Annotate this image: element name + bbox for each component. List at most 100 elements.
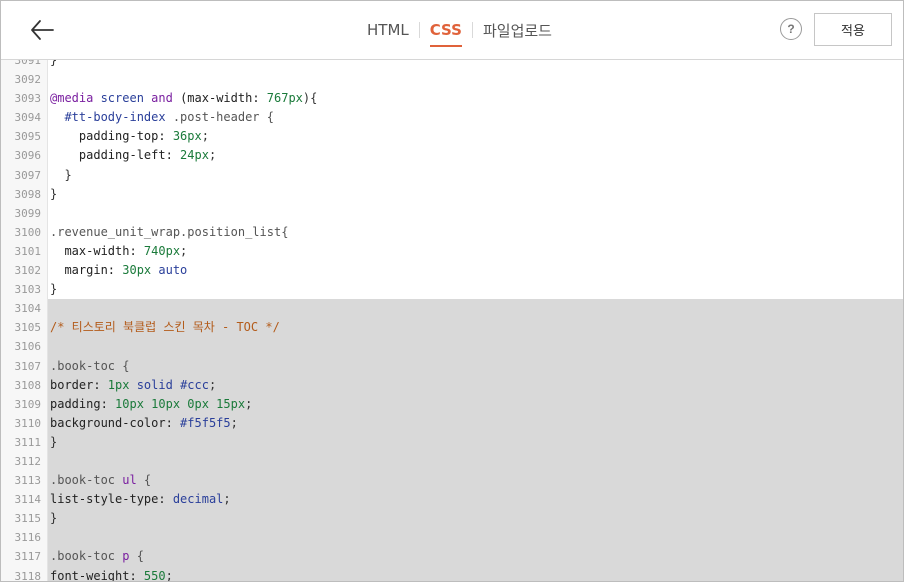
code-line[interactable]: 3104 [1,299,903,319]
code-line[interactable]: 3106 [1,337,903,357]
code-token: decimal [172,492,224,507]
code-token: list-style-type: [50,492,173,507]
code-line[interactable]: 3094 #tt-body-index .post-header { [1,108,903,128]
code-text: } [50,433,57,452]
code-token: .post-header { [165,110,274,125]
code-token: } [50,186,58,201]
code-text: .book-toc p { [50,547,144,566]
code-line[interactable]: 3115} [1,509,903,529]
line-number: 3109 [1,394,48,414]
code-token: ; [180,243,188,258]
code-token: /* 티스토리 북클럽 스킨 목차 - TOC */ [50,320,280,335]
code-line[interactable]: 3102 margin: 30px auto [1,261,903,281]
tab-divider [418,22,420,38]
help-button[interactable]: ? [780,18,802,40]
code-token: ul [122,473,137,488]
code-token: ; [208,377,217,392]
code-text: } [50,509,57,528]
line-number: 3116 [1,528,48,548]
code-token: max-width: [50,243,144,258]
code-line[interactable]: 3096 padding-left: 24px; [1,146,903,166]
code-token: ; [245,396,253,411]
code-line[interactable]: 3110 background-color: #f5f5f5; [1,413,903,433]
code-line[interactable]: 3116 [1,528,903,548]
code-token: 740px [143,243,181,258]
code-text: .revenue_unit_wrap.position_list{ [50,223,288,242]
code-token: } [50,60,58,67]
code-token: .revenue_unit_wrap.position_list{ [50,224,289,239]
apply-button[interactable]: 적용 [814,13,892,46]
code-token: auto [151,263,188,278]
code-token: border: [50,377,108,392]
line-number: 3108 [1,375,48,395]
code-text: .book-toc { [50,357,129,376]
code-token: .book-toc { [50,358,130,373]
code-line[interactable]: 3095 padding-top: 36px; [1,127,903,147]
tab-css[interactable]: CSS [429,21,463,47]
code-text: } [50,185,57,204]
code-line[interactable]: 3103} [1,280,903,300]
tab-file-upload[interactable]: 파일업로드 [483,20,552,41]
code-token: ; [223,492,231,507]
code-text: } [50,280,57,299]
code-line[interactable]: 3101 max-width: 740px; [1,241,903,262]
code-token: and [151,91,173,106]
code-token: @media [50,91,94,106]
code-token: { [129,549,144,564]
code-line[interactable]: 3113 .book-toc ul { [1,471,903,491]
code-token: } [50,167,72,182]
line-number: 3093 [1,89,48,109]
code-token: } [50,511,58,526]
line-number: 3098 [1,184,48,204]
code-token: ; [208,148,217,163]
line-number: 3101 [1,241,48,262]
code-token: ){ [302,91,318,106]
question-circle-icon: ? [787,22,795,36]
line-number: 3117 [1,547,48,567]
code-token: 24px [180,148,209,163]
tab-bar: HTML CSS 파일업로드 [367,1,552,59]
code-token: margin: [50,263,123,278]
code-token: 1px [107,377,130,392]
code-line[interactable]: 3112 [1,451,903,472]
code-line[interactable]: 3093 @media screen and (max-width: 767px)… [1,89,903,109]
code-text: } [50,60,57,70]
code-line[interactable]: 3105/* 티스토리 북클럽 스킨 목차 - TOC */ [1,318,903,338]
code-line[interactable]: 3091} [1,60,903,71]
code-line[interactable]: 3117 .book-toc p { [1,547,903,567]
code-text: max-width: 740px; [50,242,187,261]
line-number: 3106 [1,337,48,357]
line-number: 3111 [1,432,48,452]
code-line[interactable]: 3092 [1,70,903,90]
code-token: 36px [172,129,202,144]
code-line[interactable]: 3099 [1,203,903,223]
code-token: solid [129,377,173,392]
code-editor[interactable]: 3091} 3092 3093 @media screen and (max-widt… [1,60,903,581]
code-line[interactable]: 3098} [1,184,903,204]
code-token: 767px [266,91,303,106]
code-line[interactable]: 3109 padding: 10px 10px 0px 15px; [1,394,903,414]
line-number: 3097 [1,165,48,185]
code-token: ; [201,129,209,144]
code-line[interactable]: 3107 .book-toc { [1,356,903,376]
line-number: 3099 [1,203,48,223]
code-token: ; [165,568,173,581]
tab-html[interactable]: HTML [367,21,409,39]
arrow-left-icon [31,20,54,40]
code-token: background-color: [50,415,181,430]
back-button[interactable] [29,18,55,42]
line-number: 3104 [1,299,48,319]
code-line[interactable]: 3114 list-style-type: decimal; [1,490,903,510]
tab-divider [471,22,473,38]
line-number: 3107 [1,356,48,376]
line-number: 3113 [1,471,48,491]
line-number: 3091 [1,60,48,71]
code-line[interactable]: 3100 .revenue_unit_wrap.position_list{ [1,222,903,242]
code-text: padding-top: 36px; [50,127,209,146]
code-token: .book-toc [50,473,123,488]
code-line[interactable]: 3097 } [1,165,903,185]
code-line[interactable]: 3108 border: 1px solid #ccc; [1,375,903,395]
code-token: padding-top: [50,129,173,144]
code-line[interactable]: 3118 font-weight: 550; [1,566,903,581]
code-line[interactable]: 3111} [1,432,903,452]
